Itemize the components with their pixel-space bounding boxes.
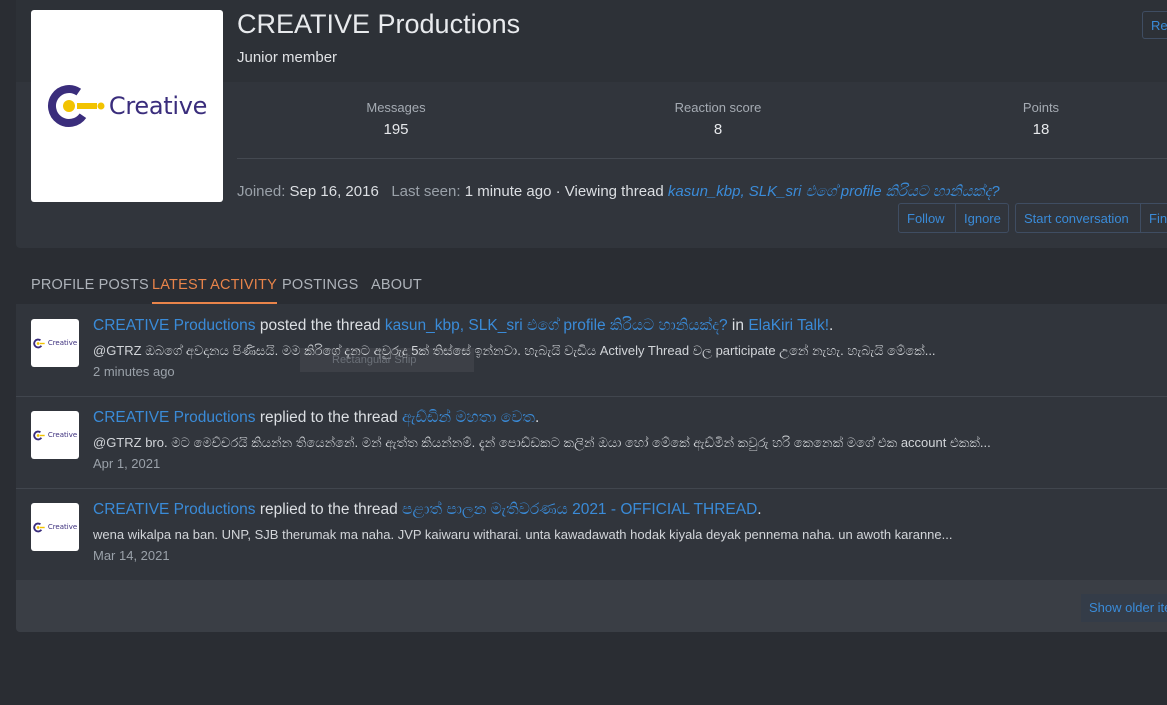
creative-logo-mark-icon <box>33 338 45 348</box>
follow-button[interactable]: Follow <box>898 203 956 233</box>
stat-value: 8 <box>713 121 723 138</box>
joined-label: Joined: <box>237 183 286 200</box>
action-text: replied to the thread <box>259 409 398 426</box>
stat-reaction-score[interactable]: Reaction score 8 <box>618 100 818 138</box>
find-button[interactable]: Find <box>1140 203 1167 233</box>
logo-text: Creative <box>108 92 208 120</box>
activity-snippet: wena wikalpa na ban. UNP, SJB therumak m… <box>93 527 953 542</box>
list-item: Creative CREATIVE Productions replied to… <box>16 488 1167 581</box>
logo-text: Creative <box>47 431 78 439</box>
activity-date: Apr 1, 2021 <box>93 456 161 471</box>
activity-date: 2 minutes ago <box>93 364 175 379</box>
period: . <box>829 317 834 334</box>
creative-logo: Creative <box>33 522 77 533</box>
activity-headline: CREATIVE Productions replied to the thre… <box>93 501 762 519</box>
tab-latest-activity[interactable]: LATEST ACTIVITY <box>152 268 277 304</box>
stat-label: Reaction score <box>674 100 762 115</box>
creative-logo-mark-icon <box>47 84 107 128</box>
show-older-button[interactable]: Show older items <box>1081 594 1167 622</box>
start-conversation-button[interactable]: Start conversation <box>1015 203 1141 233</box>
tab-about[interactable]: ABOUT <box>371 268 422 302</box>
viewing-thread-link[interactable]: kasun_kbp, SLK_sri එගේ profile කිරියට හා… <box>668 183 1000 200</box>
creative-logo: Creative <box>33 338 77 349</box>
tab-postings[interactable]: POSTINGS <box>282 268 359 302</box>
stat-messages[interactable]: Messages 195 <box>296 100 496 138</box>
tab-profile-posts[interactable]: PROFILE POSTS <box>31 268 149 302</box>
list-item: Creative CREATIVE Productions posted the… <box>16 304 1167 397</box>
activity-footer: Show older items <box>16 580 1167 632</box>
activity-headline: CREATIVE Productions posted the thread k… <box>93 317 833 335</box>
logo-text: Creative <box>47 523 78 531</box>
thread-link[interactable]: ඇඩ්ඩින් මහතා වෙත <box>402 409 535 426</box>
user-link[interactable]: CREATIVE Productions <box>93 317 256 334</box>
period: . <box>534 409 540 426</box>
last-seen-value: 1 minute ago · Viewing thread <box>464 183 664 200</box>
avatar[interactable]: Creative <box>31 503 79 551</box>
thread-link[interactable]: පළාත් පාලන මැතිවරණය 2021 - OFFICIAL THRE… <box>402 501 757 518</box>
creative-logo: Creative <box>33 430 77 441</box>
activity-list: Creative CREATIVE Productions posted the… <box>16 304 1167 632</box>
last-seen-label: Last seen: <box>391 183 461 200</box>
joined-value: Sep 16, 2016 <box>289 183 379 200</box>
thread-link[interactable]: kasun_kbp, SLK_sri එගේ profile කිරියට හා… <box>385 317 728 334</box>
avatar[interactable]: Creative <box>31 411 79 459</box>
forum-link[interactable]: ElaKiri Talk! <box>748 317 829 334</box>
member-info: Joined: Sep 16, 2016 Last seen: 1 minute… <box>237 183 1000 200</box>
page-title: CREATIVE Productions <box>237 9 521 39</box>
stat-value: 195 <box>383 121 409 138</box>
user-title: Junior member <box>237 49 338 66</box>
action-text: replied to the thread <box>259 501 398 518</box>
activity-date: Mar 14, 2021 <box>93 548 170 563</box>
activity-snippet: @GTRZ ඔබගේ අවදානය පිණිසයි. මම කිරිගේ දැන… <box>93 343 936 358</box>
snip-tooltip: Rectangular Snip <box>300 348 474 372</box>
avatar[interactable]: Creative <box>31 319 79 367</box>
period: . <box>757 501 762 518</box>
creative-logo-mark-icon <box>33 522 45 532</box>
list-item: Creative CREATIVE Productions replied to… <box>16 396 1167 489</box>
profile-card: Creative CREATIVE Productions Junior mem… <box>16 0 1167 248</box>
stat-label: Points <box>1022 100 1060 115</box>
creative-logo-mark-icon <box>33 430 45 440</box>
stat-value: 18 <box>1032 121 1050 138</box>
logo-text: Creative <box>47 339 78 347</box>
activity-snippet: @GTRZ bro. මට මෙච්චරයි කියන්න තියෙන්නේ. … <box>93 435 991 450</box>
report-button[interactable]: Report <box>1142 11 1167 39</box>
stat-label: Messages <box>366 100 426 115</box>
stat-points[interactable]: Points 18 <box>941 100 1141 138</box>
action-text: posted the thread <box>259 317 381 334</box>
user-link[interactable]: CREATIVE Productions <box>93 409 256 426</box>
avatar[interactable]: Creative <box>31 10 223 202</box>
user-link[interactable]: CREATIVE Productions <box>93 501 256 518</box>
ignore-button[interactable]: Ignore <box>955 203 1009 233</box>
in-text: in <box>731 317 744 334</box>
divider <box>237 158 1167 159</box>
activity-headline: CREATIVE Productions replied to the thre… <box>93 409 539 427</box>
creative-logo: Creative <box>47 84 207 128</box>
